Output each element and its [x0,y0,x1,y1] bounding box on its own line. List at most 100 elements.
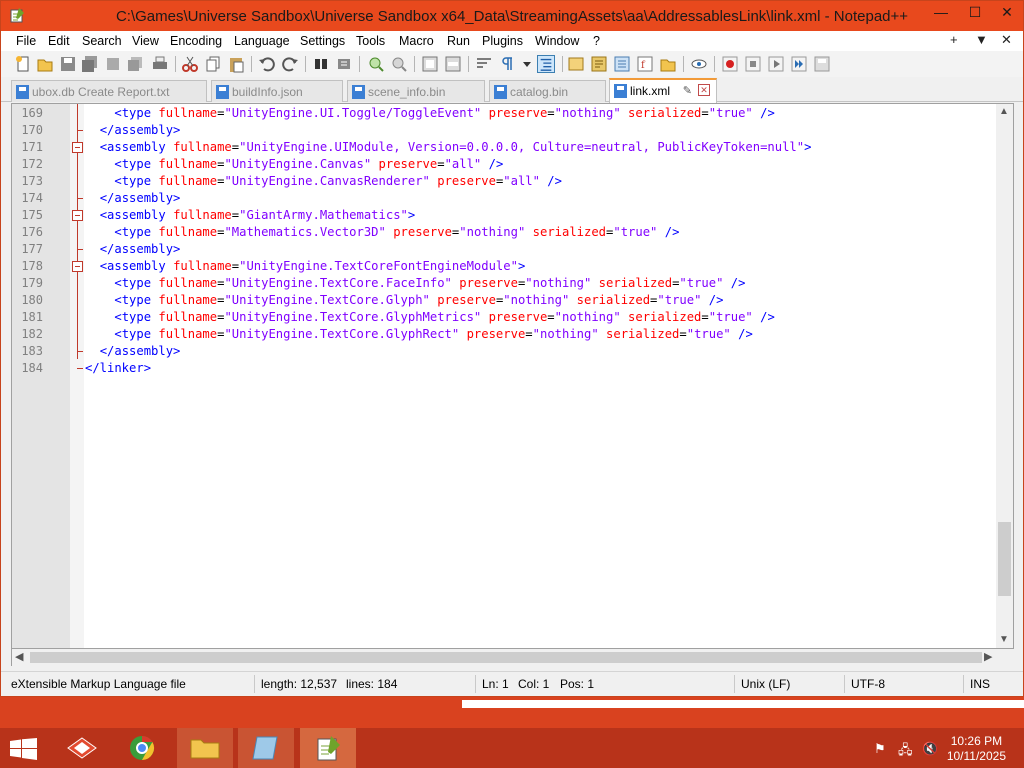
taskbar-notepadpp-button[interactable] [300,728,356,768]
tab-scene-info[interactable]: scene_info.bin [347,80,485,102]
menu-view[interactable]: View [132,34,159,48]
code-editor[interactable]: 169 <type fullname="UnityEngine.UI.Toggl… [11,103,1014,649]
horizontal-scrollbar[interactable]: ◀ ▶ [11,649,996,666]
menu-file[interactable]: File [16,34,36,48]
code-line[interactable]: </assembly> [85,122,181,139]
status-line[interactable]: Ln: 1 [482,677,509,691]
menu-settings[interactable]: Settings [300,34,345,48]
code-line[interactable]: </assembly> [85,241,181,258]
windows-start-icon[interactable] [10,738,38,760]
code-line[interactable]: </linker> [85,360,151,377]
save-icon[interactable] [59,55,77,73]
close-document-button[interactable]: ✕ [1001,32,1012,48]
code-line[interactable]: <type fullname="Mathematics.Vector3D" pr… [85,224,679,241]
new-tab-button[interactable]: + [950,32,958,47]
status-column[interactable]: Col: 1 [518,677,549,691]
copy-icon[interactable] [204,55,222,73]
sync-vertical-icon[interactable] [421,55,439,73]
save-all-icon[interactable] [81,55,99,73]
tab-close-icon[interactable]: ✕ [698,84,710,96]
tab-catalog[interactable]: catalog.bin [489,80,606,102]
folder-as-workspace-icon[interactable] [659,55,677,73]
scroll-right-arrow-icon[interactable]: ▶ [984,650,992,663]
close-all-icon[interactable] [126,55,144,73]
system-clock[interactable]: 10:26 PM 10/11/2025 [947,734,1006,764]
cut-icon[interactable] [181,55,199,73]
menu-language[interactable]: Language [234,34,290,48]
fold-toggle-icon[interactable] [72,210,83,221]
tab-ubox-report[interactable]: ubox.db Create Report.txt [11,80,207,102]
network-icon[interactable]: 🖧 [898,741,913,763]
menu-run[interactable]: Run [447,34,470,48]
taskbar-notes-button[interactable] [238,728,294,768]
menu-help[interactable]: ? [593,34,600,48]
play-macro-icon[interactable] [767,55,785,73]
stop-macro-icon[interactable] [744,55,762,73]
close-button[interactable]: ✕ [990,1,1024,25]
menu-tools[interactable]: Tools [356,34,385,48]
code-line[interactable]: <type fullname="UnityEngine.CanvasRender… [85,173,562,190]
code-line[interactable]: <assembly fullname="UnityEngine.UIModule… [85,139,812,156]
code-line[interactable]: </assembly> [85,190,181,207]
taskbar-universe-sandbox-button[interactable] [54,728,110,768]
title-bar[interactable]: C:\Games\Universe Sandbox\Universe Sandb… [1,1,1023,31]
code-line[interactable]: <type fullname="UnityEngine.TextCore.Gly… [85,326,752,343]
code-line[interactable]: <type fullname="UnityEngine.TextCore.Gly… [85,309,774,326]
code-line[interactable]: <assembly fullname="UnityEngine.TextCore… [85,258,526,275]
status-eol[interactable]: Unix (LF) [741,677,790,691]
volume-muted-icon[interactable]: 🔇 [922,741,938,757]
scroll-down-arrow-icon[interactable]: ▼ [999,634,1009,645]
indent-guide-icon[interactable] [537,55,555,73]
fold-toggle-icon[interactable] [72,261,83,272]
document-map-icon[interactable] [590,55,608,73]
paste-icon[interactable] [227,55,245,73]
scroll-up-arrow-icon[interactable]: ▲ [999,106,1009,117]
menu-plugins[interactable]: Plugins [482,34,523,48]
word-wrap-icon[interactable] [475,55,493,73]
pin-icon[interactable]: ✎ [683,84,692,97]
redo-icon[interactable] [281,55,299,73]
find-icon[interactable] [312,55,330,73]
record-macro-icon[interactable] [721,55,739,73]
show-symbol-dropdown-icon[interactable] [518,55,536,73]
status-encoding[interactable]: UTF-8 [851,677,885,691]
horizontal-scroll-thumb[interactable] [30,652,982,663]
vertical-scroll-thumb[interactable] [998,522,1011,596]
replace-icon[interactable] [335,55,353,73]
user-defined-language-icon[interactable] [567,55,585,73]
code-line[interactable]: <assembly fullname="GiantArmy.Mathematic… [85,207,416,224]
vertical-scrollbar[interactable]: ▲ ▼ [996,104,1013,648]
taskbar-chrome-button[interactable] [115,728,171,768]
menu-macro[interactable]: Macro [399,34,434,48]
scroll-left-arrow-icon[interactable]: ◀ [15,650,23,663]
menu-window[interactable]: Window [535,34,579,48]
taskbar-file-explorer-button[interactable] [177,728,233,768]
undo-icon[interactable] [258,55,276,73]
open-file-icon[interactable] [36,55,54,73]
show-all-characters-icon[interactable] [498,55,516,73]
code-line[interactable]: <type fullname = "UnityEngine.Canvas" pres… [85,156,503,173]
monitoring-eye-icon[interactable] [690,55,708,73]
menu-edit[interactable]: Edit [48,34,70,48]
save-macro-icon[interactable] [813,55,831,73]
zoom-in-icon[interactable] [367,55,385,73]
maximize-button[interactable]: ☐ [958,1,992,25]
print-icon[interactable] [151,55,169,73]
fold-toggle-icon[interactable] [72,142,83,153]
document-list-icon[interactable] [613,55,631,73]
minimize-button[interactable]: — [924,1,958,25]
code-line[interactable]: </assembly> [85,343,181,360]
sync-horizontal-icon[interactable] [444,55,462,73]
menu-search[interactable]: Search [82,34,122,48]
status-insert-mode[interactable]: INS [970,677,990,691]
code-line[interactable]: <type fullname = "UnityEngine.UI.Toggle/To… [85,105,774,122]
function-list-icon[interactable]: f [636,55,654,73]
run-macro-multiple-icon[interactable] [790,55,808,73]
menu-encoding[interactable]: Encoding [170,34,222,48]
tab-buildinfo[interactable]: buildInfo.json [211,80,343,102]
close-file-icon[interactable] [104,55,122,73]
zoom-out-icon[interactable] [390,55,408,73]
status-position[interactable]: Pos: 1 [560,677,594,691]
tab-link-xml[interactable]: link.xml ✎ ✕ [609,78,717,103]
code-line[interactable]: <type fullname="UnityEngine.TextCore.Gly… [85,292,723,309]
